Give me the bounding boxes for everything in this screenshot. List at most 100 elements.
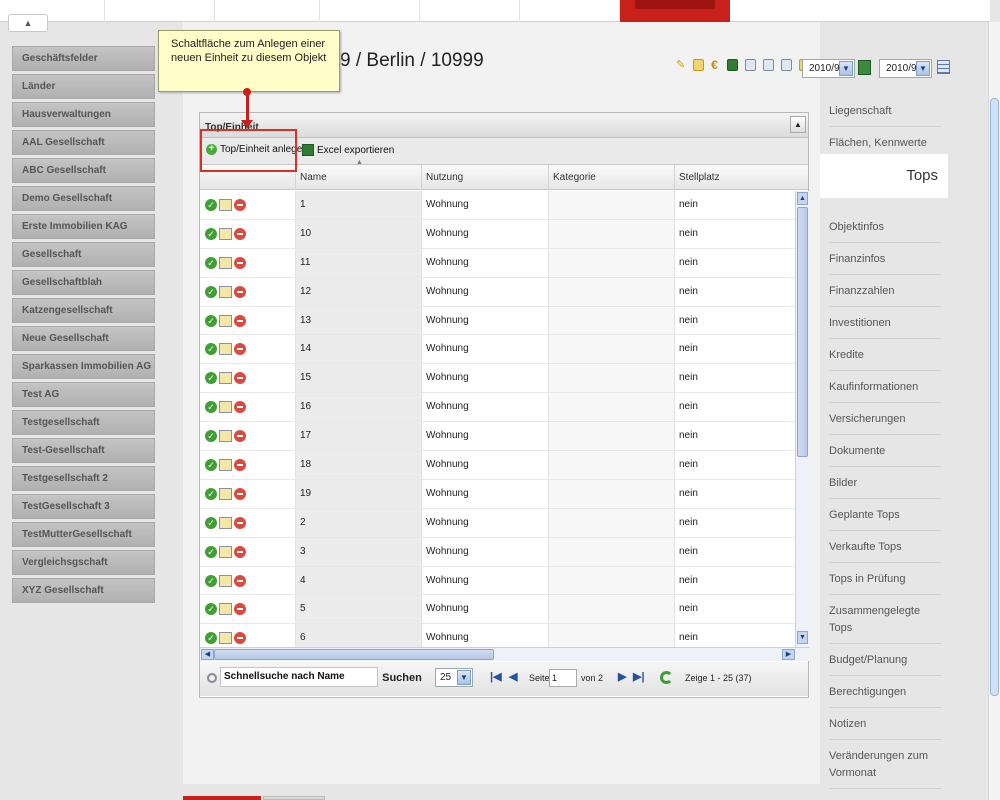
- sidebar-item[interactable]: Testgesellschaft: [12, 410, 155, 435]
- check-icon[interactable]: ✓: [205, 227, 217, 240]
- delete-icon[interactable]: [234, 632, 246, 645]
- check-icon[interactable]: ✓: [205, 632, 217, 645]
- rightnav-item[interactable]: Bilder: [829, 467, 941, 499]
- rightnav-item[interactable]: Verkaufte Tops: [829, 531, 941, 563]
- column-header-kategorie[interactable]: Kategorie: [548, 165, 674, 190]
- page-scrollbar[interactable]: [988, 22, 1000, 800]
- quick-search-input[interactable]: Schnellsuche nach Name: [220, 667, 378, 687]
- column-header-stellplatz[interactable]: Stellplatz: [674, 165, 800, 190]
- edit-icon[interactable]: [219, 574, 232, 587]
- page-size-select[interactable]: 25 ▼: [435, 668, 473, 687]
- cancel-button[interactable]: [263, 796, 325, 800]
- rightnav-item[interactable]: Geplante Tops: [829, 499, 941, 531]
- delete-icon[interactable]: [234, 459, 246, 472]
- next-page-icon[interactable]: ▶: [618, 670, 626, 683]
- check-icon[interactable]: ✓: [205, 459, 217, 472]
- refresh-icon[interactable]: [660, 671, 673, 684]
- check-icon[interactable]: ✓: [205, 603, 217, 616]
- table-row[interactable]: ✓ 13 Wohnung nein: [200, 306, 795, 336]
- period-from-select[interactable]: 2010/9 ▼: [802, 59, 855, 78]
- nav-segment[interactable]: [520, 0, 620, 22]
- edit-icon[interactable]: [219, 487, 232, 500]
- rightnav-item[interactable]: Budget/Planung: [829, 644, 941, 676]
- grid-horizontal-scrollbar[interactable]: ◀ ▶: [200, 647, 809, 661]
- euro-icon[interactable]: €: [711, 59, 720, 71]
- edit-icon[interactable]: [219, 545, 232, 558]
- scrollbar-thumb[interactable]: [797, 207, 808, 457]
- prev-page-icon[interactable]: ◀: [509, 670, 517, 683]
- scroll-down-arrow[interactable]: ▼: [797, 631, 808, 644]
- rightnav-item[interactable]: Kredite: [829, 339, 941, 371]
- rightnav-item[interactable]: Objektinfos: [829, 211, 941, 243]
- check-icon[interactable]: ✓: [205, 516, 217, 529]
- rightnav-item[interactable]: Finanzzahlen: [829, 275, 941, 307]
- table-row[interactable]: ✓ 15 Wohnung nein: [200, 364, 795, 394]
- check-icon[interactable]: ✓: [205, 401, 217, 414]
- save-button[interactable]: [183, 796, 261, 800]
- rightnav-item[interactable]: Investitionen: [829, 307, 941, 339]
- excel-icon[interactable]: [858, 60, 871, 75]
- table-row[interactable]: ✓ 1 Wohnung nein: [200, 191, 795, 220]
- sidebar-item[interactable]: Gesellschaft: [12, 242, 155, 267]
- edit-icon[interactable]: [219, 256, 232, 269]
- check-icon[interactable]: ✓: [205, 545, 217, 558]
- sidebar-item[interactable]: Demo Gesellschaft: [12, 186, 155, 211]
- check-icon[interactable]: ✓: [205, 343, 217, 356]
- check-icon[interactable]: ✓: [205, 285, 217, 298]
- nav-segment[interactable]: [320, 0, 420, 22]
- sidebar-item[interactable]: TestGesellschaft 3: [12, 494, 155, 519]
- first-page-icon[interactable]: |◀: [490, 670, 502, 683]
- delete-icon[interactable]: [234, 430, 246, 443]
- edit-icon[interactable]: [219, 603, 232, 616]
- folder-icon[interactable]: [693, 59, 705, 72]
- rightnav-item[interactable]: Liegenschaft: [829, 95, 941, 127]
- delete-icon[interactable]: [234, 487, 246, 500]
- scroll-right-arrow[interactable]: ▶: [782, 649, 795, 660]
- grid-vertical-scrollbar[interactable]: ▲ ▼: [795, 191, 809, 647]
- excel-icon[interactable]: [727, 59, 739, 72]
- chevron-down-icon[interactable]: ▼: [839, 61, 853, 76]
- edit-icon[interactable]: [219, 401, 232, 414]
- check-icon[interactable]: ✓: [205, 430, 217, 443]
- edit-icon[interactable]: [219, 632, 232, 645]
- delete-icon[interactable]: [234, 256, 246, 269]
- pencil-icon[interactable]: ✎: [676, 60, 686, 71]
- delete-icon[interactable]: [234, 603, 246, 616]
- active-nav-tab[interactable]: [620, 0, 730, 22]
- table-icon[interactable]: [763, 59, 775, 72]
- rightnav-item[interactable]: Notizen: [829, 708, 941, 740]
- sidebar-item[interactable]: Sparkassen Immobilien AG: [12, 354, 155, 379]
- edit-icon[interactable]: [219, 459, 232, 472]
- rightnav-item[interactable]: Versicherungen: [829, 403, 941, 435]
- last-page-icon[interactable]: ▶|: [633, 670, 645, 683]
- scroll-left-arrow[interactable]: ◀: [201, 649, 214, 660]
- sidebar-item[interactable]: Länder: [12, 74, 155, 99]
- check-icon[interactable]: ✓: [205, 487, 217, 500]
- delete-icon[interactable]: [234, 343, 246, 356]
- check-icon[interactable]: ✓: [205, 372, 217, 385]
- rightnav-item[interactable]: Tops in Prüfung: [829, 563, 941, 595]
- copy-icon[interactable]: [781, 59, 793, 72]
- scroll-up-arrow[interactable]: ▲: [797, 192, 808, 205]
- table-row[interactable]: ✓ 5 Wohnung nein: [200, 595, 795, 625]
- sidebar-item[interactable]: TestMutterGesellschaft: [12, 522, 155, 547]
- table-row[interactable]: ✓ 12 Wohnung nein: [200, 277, 795, 307]
- sidebar-item[interactable]: Hausverwaltungen: [12, 102, 155, 127]
- table-row[interactable]: ✓ 16 Wohnung nein: [200, 393, 795, 423]
- rightnav-item[interactable]: Lageplan: [829, 789, 941, 800]
- check-icon[interactable]: ✓: [205, 574, 217, 587]
- delete-icon[interactable]: [234, 372, 246, 385]
- sidebar-item[interactable]: AAL Gesellschaft: [12, 130, 155, 155]
- scrollbar-thumb[interactable]: [990, 98, 999, 696]
- sidebar-item[interactable]: Neue Gesellschaft: [12, 326, 155, 351]
- check-icon[interactable]: ✓: [205, 199, 217, 211]
- table-row[interactable]: ✓ 14 Wohnung nein: [200, 335, 795, 365]
- delete-icon[interactable]: [234, 199, 246, 211]
- rightnav-item[interactable]: Zusammengelegte Tops: [829, 595, 941, 644]
- edit-icon[interactable]: [219, 372, 232, 385]
- nav-segment[interactable]: [215, 0, 320, 22]
- edit-icon[interactable]: [219, 314, 232, 327]
- rightnav-item[interactable]: Kaufinformationen: [829, 371, 941, 403]
- sidebar-item[interactable]: ABC Gesellschaft: [12, 158, 155, 183]
- grid-icon[interactable]: [937, 60, 950, 74]
